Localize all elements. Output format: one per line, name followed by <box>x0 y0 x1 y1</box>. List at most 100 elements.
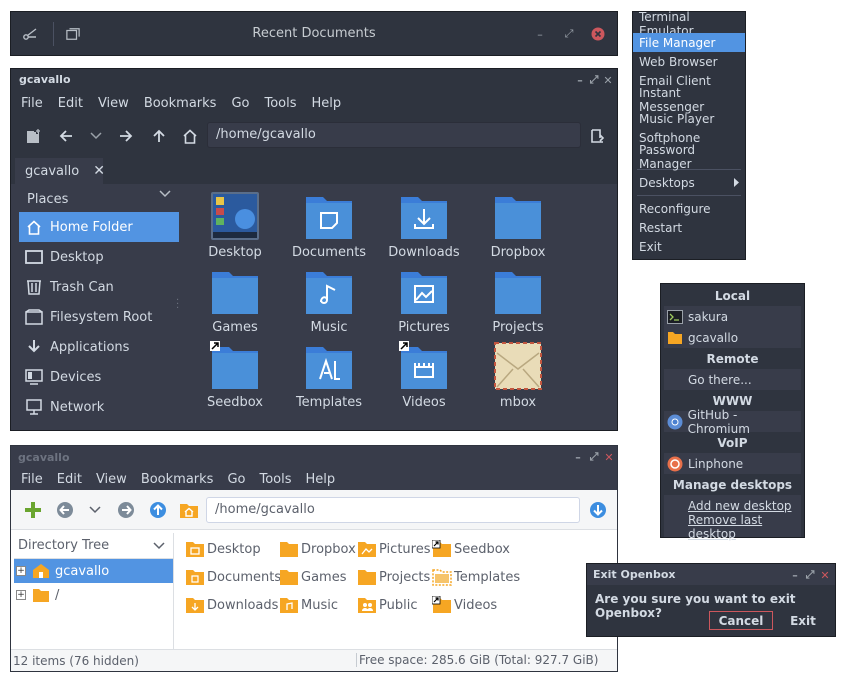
file-item-documents[interactable]: Documents <box>282 191 376 260</box>
chevron-down-icon[interactable] <box>153 542 165 550</box>
file-item-music[interactable]: Music <box>282 266 376 335</box>
sidebar-item-home-folder[interactable]: Home Folder <box>19 212 179 242</box>
new-tab-icon[interactable] <box>19 121 49 151</box>
menu-edit[interactable]: Edit <box>58 96 83 111</box>
list-item-public[interactable]: Public <box>357 594 417 616</box>
up-arrow-icon[interactable] <box>143 495 173 525</box>
close-icon[interactable]: ✕ <box>602 450 616 464</box>
menu-item-github-chromium[interactable]: GitHub - Chromium <box>664 408 801 436</box>
up-arrow-icon[interactable] <box>144 121 174 151</box>
menu-item-instant-messenger[interactable]: Instant Messenger <box>633 86 745 114</box>
menu-item-password-manager[interactable]: Password Manager <box>633 143 745 171</box>
menu-view[interactable]: View <box>96 472 127 487</box>
menu-bookmarks[interactable]: Bookmarks <box>144 96 217 111</box>
tree-item-root[interactable]: + / <box>14 583 173 607</box>
back-arrow-icon[interactable] <box>50 495 80 525</box>
list-item-projects[interactable]: Projects <box>357 566 430 588</box>
expand-icon[interactable]: + <box>16 566 26 576</box>
menu-bookmarks[interactable]: Bookmarks <box>141 472 214 487</box>
file-item-templates[interactable]: Templates <box>282 341 376 410</box>
maximize-icon[interactable]: ⤢ <box>587 73 601 87</box>
list-item-seedbox[interactable]: Seedbox <box>432 538 510 560</box>
menu-item-web-browser[interactable]: Web Browser <box>633 52 745 71</box>
go-icon[interactable] <box>582 121 612 151</box>
menu-file[interactable]: File <box>21 96 43 111</box>
menu-item-sakura[interactable]: sakura <box>664 306 801 327</box>
forward-arrow-icon[interactable] <box>111 121 141 151</box>
maximize-icon[interactable]: ⤢ <box>587 450 601 464</box>
menu-help[interactable]: Help <box>312 96 342 111</box>
maximize-icon[interactable]: ⤢ <box>803 568 817 582</box>
file-item-seedbox[interactable]: Seedbox <box>188 341 282 410</box>
file-item-dropbox[interactable]: Dropbox <box>471 191 565 260</box>
list-item-pictures[interactable]: Pictures <box>357 538 430 560</box>
location-input[interactable]: /home/gcavallo <box>207 122 581 148</box>
history-dropdown-icon[interactable] <box>80 495 110 525</box>
directory-tree-header[interactable]: Directory Tree <box>14 533 173 559</box>
menu-item-restart[interactable]: Restart <box>633 218 745 237</box>
menu-item-reconfigure[interactable]: Reconfigure <box>633 199 745 218</box>
back-arrow-icon[interactable] <box>51 121 81 151</box>
close-icon[interactable]: ✕ <box>601 73 615 87</box>
list-item-desktop[interactable]: Desktop <box>185 538 261 560</box>
minimize-icon[interactable]: – <box>533 27 547 41</box>
menu-go[interactable]: Go <box>227 472 245 487</box>
menu-item-terminal-emulator[interactable]: Terminal Emulator <box>633 10 745 38</box>
expand-icon[interactable]: + <box>16 590 26 600</box>
list-item-downloads[interactable]: Downloads <box>185 594 278 616</box>
menu-item-exit[interactable]: Exit <box>633 237 745 256</box>
tab-gcavallo[interactable]: gcavallo ✕ <box>15 158 105 184</box>
history-dropdown-icon[interactable] <box>81 121 111 151</box>
file-item-games[interactable]: Games <box>188 266 282 335</box>
menu-item-music-player[interactable]: Music Player <box>633 109 745 128</box>
go-icon[interactable] <box>583 495 613 525</box>
sidebar-item-trash-can[interactable]: Trash Can <box>19 272 179 302</box>
menu-item-desktops[interactable]: Desktops <box>633 173 745 192</box>
file-item-videos[interactable]: Videos <box>377 341 471 410</box>
menu-item-go-there[interactable]: Go there... <box>664 369 801 390</box>
sidebar-item-applications[interactable]: Applications <box>19 332 179 362</box>
sidebar-item-devices[interactable]: Devices <box>19 362 179 392</box>
menu-item-linphone[interactable]: Linphone <box>664 453 801 474</box>
menu-item-remove-last-desktop[interactable]: Remove last desktop <box>664 513 801 541</box>
menu-edit[interactable]: Edit <box>57 472 82 487</box>
menu-view[interactable]: View <box>98 96 129 111</box>
list-item-templates[interactable]: Templates <box>432 566 520 588</box>
minimize-icon[interactable]: – <box>788 568 802 582</box>
home-icon[interactable] <box>175 121 205 151</box>
list-item-videos[interactable]: Videos <box>432 594 497 616</box>
file-item-desktop[interactable]: Desktop <box>188 191 282 260</box>
file-item-projects[interactable]: Projects <box>471 266 565 335</box>
places-header[interactable]: Places <box>19 186 179 212</box>
file-item-downloads[interactable]: Downloads <box>377 191 471 260</box>
exit-button[interactable]: Exit <box>785 611 821 630</box>
tree-item-gcavallo[interactable]: + gcavallo <box>14 559 173 583</box>
list-item-documents[interactable]: Documents <box>185 566 281 588</box>
maximize-icon[interactable]: ⤢ <box>562 27 576 41</box>
home-folder-icon[interactable] <box>174 495 204 525</box>
menu-item-gcavallo[interactable]: gcavallo <box>664 327 801 348</box>
chevron-down-icon[interactable] <box>159 190 171 198</box>
list-item-music[interactable]: Music <box>279 594 338 616</box>
close-tab-icon[interactable]: ✕ <box>93 163 105 179</box>
file-item-mbox[interactable]: mbox <box>471 341 565 410</box>
menu-tools[interactable]: Tools <box>259 472 291 487</box>
pane-resize-handle[interactable]: · · · <box>176 296 179 314</box>
menu-file[interactable]: File <box>21 472 43 487</box>
close-icon[interactable]: ✕ <box>818 568 832 582</box>
location-input[interactable]: /home/gcavallo <box>206 497 580 523</box>
file-item-pictures[interactable]: Pictures <box>377 266 471 335</box>
new-tab-plus-icon[interactable] <box>18 495 48 525</box>
forward-arrow-icon[interactable] <box>111 495 141 525</box>
sidebar-item-filesystem-root[interactable]: Filesystem Root <box>19 302 179 332</box>
close-icon[interactable] <box>591 27 605 41</box>
sidebar-item-desktop[interactable]: Desktop <box>19 242 179 272</box>
minimize-icon[interactable]: – <box>571 450 585 464</box>
menu-tools[interactable]: Tools <box>264 96 296 111</box>
cancel-button[interactable]: Cancel <box>709 611 773 630</box>
list-item-dropbox[interactable]: Dropbox <box>279 538 356 560</box>
menu-help[interactable]: Help <box>306 472 336 487</box>
menu-item-file-manager[interactable]: File Manager <box>633 33 745 52</box>
minimize-icon[interactable]: – <box>573 73 587 87</box>
list-item-games[interactable]: Games <box>279 566 346 588</box>
